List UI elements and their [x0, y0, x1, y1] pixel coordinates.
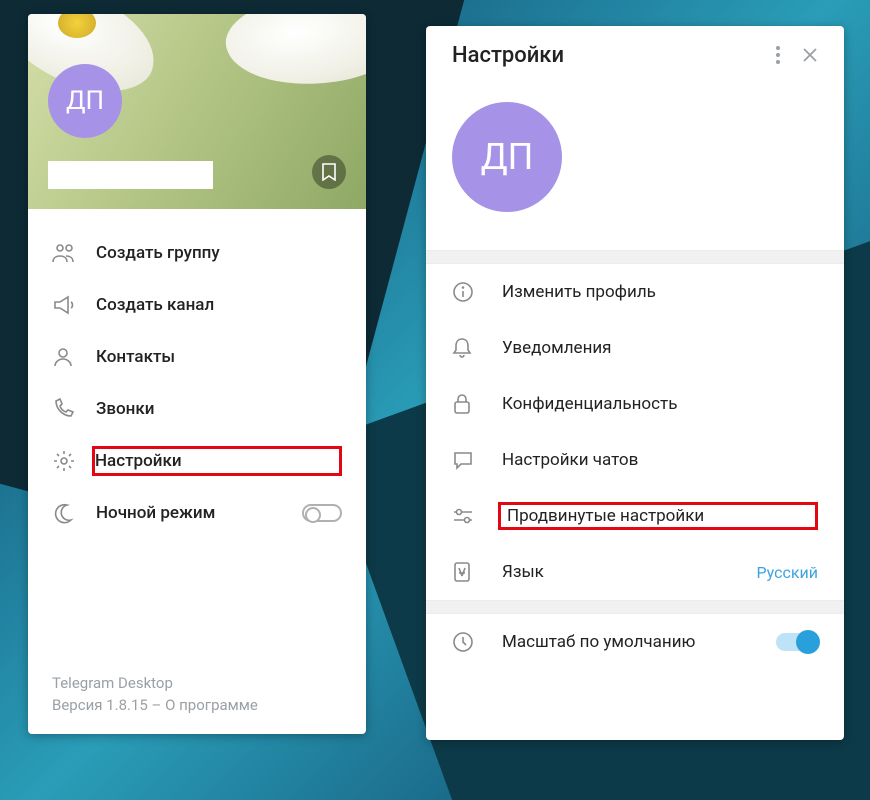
setting-label: Масштаб по умолчанию	[502, 632, 776, 652]
setting-label: Продвинутые настройки	[498, 502, 818, 530]
menu-contacts[interactable]: Контакты	[28, 331, 366, 383]
saved-messages-button[interactable]	[312, 155, 346, 189]
bookmark-icon	[321, 163, 337, 181]
settings-title: Настройки	[452, 43, 762, 68]
menu-label: Ночной режим	[96, 503, 302, 523]
lock-icon	[452, 393, 502, 415]
menu-label: Звонки	[96, 399, 342, 419]
dots-vertical-icon	[776, 46, 780, 64]
setting-chat[interactable]: Настройки чатов	[426, 432, 844, 488]
setting-label: Конфиденциальность	[502, 394, 818, 414]
avatar[interactable]: ДП	[48, 64, 122, 138]
settings-panel: Настройки ДП Изменить профиль Уведомлени…	[426, 26, 844, 740]
app-footer: Telegram Desktop Версия 1.8.15 – О прогр…	[52, 674, 258, 714]
menu-settings[interactable]: Настройки	[28, 435, 366, 487]
profile-hero: ДП	[28, 14, 366, 209]
phone-number-masked	[48, 161, 213, 189]
app-name: Telegram Desktop	[52, 674, 258, 692]
setting-language[interactable]: Язык Русский	[426, 544, 844, 600]
menu-label: Создать канал	[96, 295, 342, 315]
phone-icon	[52, 398, 96, 420]
more-menu-button[interactable]	[762, 39, 794, 71]
background-flower	[221, 14, 366, 96]
setting-notifications[interactable]: Уведомления	[426, 320, 844, 376]
chat-icon	[452, 450, 502, 470]
info-icon	[452, 281, 502, 303]
menu-label: Создать группу	[96, 243, 342, 263]
scale-toggle[interactable]	[776, 633, 818, 651]
profile-row[interactable]: ДП	[426, 84, 844, 250]
setting-label: Язык	[502, 562, 756, 582]
moon-icon	[52, 502, 96, 524]
sliders-icon	[452, 507, 502, 525]
avatar: ДП	[452, 102, 562, 212]
menu-calls[interactable]: Звонки	[28, 383, 366, 435]
setting-privacy[interactable]: Конфиденциальность	[426, 376, 844, 432]
menu-label: Контакты	[96, 347, 342, 367]
setting-default-scale[interactable]: Масштаб по умолчанию	[426, 614, 844, 670]
setting-edit-profile[interactable]: Изменить профиль	[426, 264, 844, 320]
setting-advanced[interactable]: Продвинутые настройки	[426, 488, 844, 544]
section-divider	[426, 600, 844, 614]
night-mode-toggle[interactable]	[302, 504, 342, 522]
setting-label: Настройки чатов	[502, 450, 818, 470]
group-icon	[52, 242, 96, 264]
contact-icon	[52, 346, 96, 368]
setting-label: Уведомления	[502, 338, 818, 358]
gear-icon	[52, 449, 96, 473]
scale-icon	[452, 631, 502, 653]
close-button[interactable]	[794, 39, 826, 71]
menu-new-channel[interactable]: Создать канал	[28, 279, 366, 331]
settings-header: Настройки	[426, 26, 844, 84]
section-divider	[426, 250, 844, 264]
menu-label: Настройки	[92, 446, 342, 476]
menu-night-mode[interactable]: Ночной режим	[28, 487, 366, 539]
megaphone-icon	[52, 294, 96, 316]
main-menu-list: Создать группу Создать канал Контакты Зв…	[28, 209, 366, 539]
language-icon	[452, 561, 502, 583]
close-icon	[802, 47, 818, 63]
menu-new-group[interactable]: Создать группу	[28, 227, 366, 279]
app-version[interactable]: Версия 1.8.15 – О программе	[52, 696, 258, 714]
main-menu-panel: ДП Создать группу Создать канал Контакты	[28, 14, 366, 734]
setting-label: Изменить профиль	[502, 282, 818, 302]
language-value: Русский	[756, 563, 818, 582]
bell-icon	[452, 337, 502, 359]
